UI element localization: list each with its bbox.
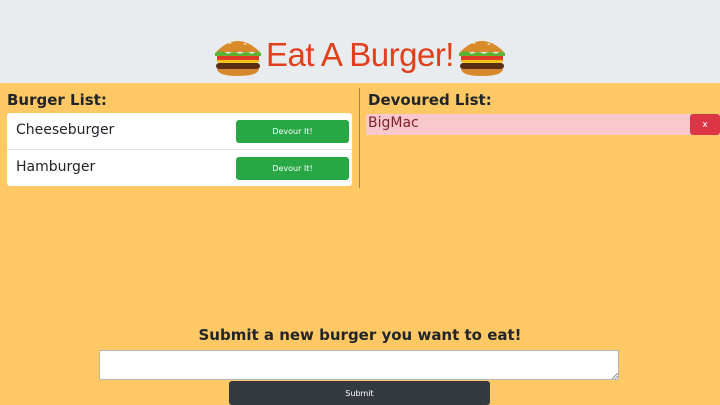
- page-title: Eat A Burger!: [266, 36, 454, 73]
- devour-button[interactable]: Devour It!: [236, 157, 349, 180]
- burger-icon: [215, 39, 262, 76]
- devoured-item: BigMac x: [366, 114, 720, 135]
- burger-name: Hamburger: [16, 159, 96, 175]
- title-row: Eat A Burger!: [0, 30, 720, 80]
- burger-list-heading: Burger List:: [7, 91, 107, 109]
- burger-icon: [458, 39, 505, 76]
- delete-button[interactable]: x: [690, 114, 720, 135]
- devoured-list-heading: Devoured List:: [368, 91, 492, 109]
- burger-list: Cheeseburger Devour It! Hamburger Devour…: [7, 113, 352, 186]
- devour-button[interactable]: Devour It!: [236, 120, 349, 143]
- burger-name: Cheeseburger: [16, 122, 115, 138]
- resize-grip-icon[interactable]: [611, 372, 618, 379]
- submit-button[interactable]: Submit: [229, 381, 490, 405]
- devoured-list-section: Devoured List: BigMac x: [360, 83, 720, 193]
- page-header: Eat A Burger!: [0, 0, 720, 83]
- burger-input[interactable]: [99, 350, 619, 380]
- list-item: Cheeseburger Devour It!: [7, 113, 352, 150]
- form-heading: Submit a new burger you want to eat!: [198, 326, 522, 344]
- devoured-burger-name: BigMac: [368, 115, 419, 131]
- burger-list-section: Burger List: Cheeseburger Devour It! Ham…: [0, 83, 359, 193]
- list-item: Hamburger Devour It!: [7, 150, 352, 186]
